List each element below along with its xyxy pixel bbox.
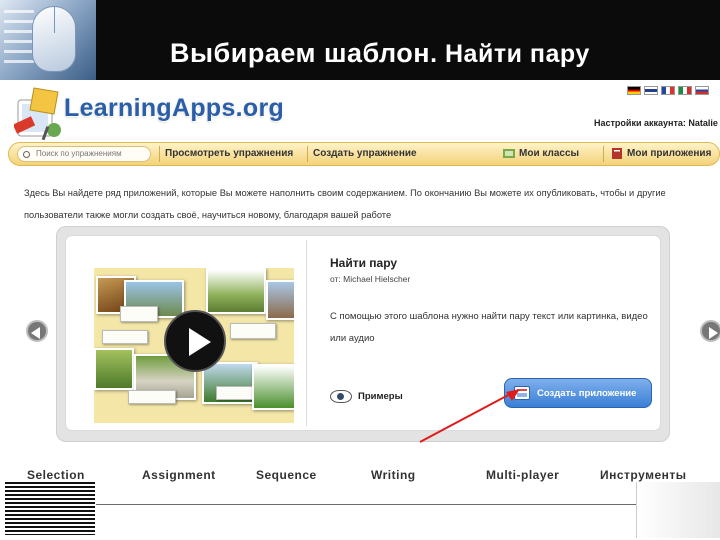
- category-writing[interactable]: Writing: [371, 468, 416, 482]
- flag-russia-icon[interactable]: [695, 86, 709, 95]
- header-decoration: [0, 0, 96, 80]
- template-card-content: Найти пару от: Michael Hielscher С помощ…: [66, 236, 660, 430]
- template-card: Найти пару от: Michael Hielscher С помощ…: [56, 226, 670, 442]
- intro-line-2: пользователи также могли создать своё, н…: [24, 210, 392, 220]
- flag-italy-icon[interactable]: [678, 86, 692, 95]
- computer-mouse-icon: [32, 6, 76, 72]
- examples-label: Примеры: [358, 390, 403, 402]
- intro-text: Здесь Вы найдете ряд приложений, которые…: [24, 182, 674, 226]
- examples-link[interactable]: Примеры: [330, 386, 403, 406]
- eye-icon: [330, 389, 352, 403]
- flag-germany-icon[interactable]: [627, 86, 641, 95]
- nav-divider: [603, 146, 604, 162]
- category-sequence[interactable]: Sequence: [256, 468, 317, 482]
- preview-photo: [266, 280, 294, 320]
- preview-text-card: [120, 306, 158, 322]
- language-flags: [627, 86, 709, 95]
- slide-title: Выбираем шаблон. Найти пару: [170, 38, 590, 69]
- category-selection[interactable]: Selection: [27, 468, 85, 482]
- preview-photo: [252, 364, 294, 410]
- site-logo[interactable]: LearningApps.org: [14, 80, 284, 144]
- classes-icon: [503, 149, 515, 158]
- footer-corner: [636, 482, 720, 538]
- nav-browse-apps[interactable]: Просмотреть упражнения: [165, 148, 293, 159]
- slide-title-main: Выбираем шаблон: [170, 38, 431, 68]
- app-author: от: Michael Hielscher: [330, 274, 411, 284]
- slide-title-sub: . Найти пару: [430, 40, 590, 68]
- my-apps-icon: [612, 148, 622, 159]
- flag-uk-icon[interactable]: [644, 86, 658, 95]
- learning-tools-icon: [14, 87, 61, 141]
- preview-photo: [94, 348, 134, 390]
- main-navigation: Поиск по упражнениям Просмотреть упражне…: [8, 142, 720, 166]
- nav-divider: [159, 146, 160, 162]
- app-description: С помощью этого шаблона нужно найти пару…: [330, 311, 648, 344]
- category-tools[interactable]: Инструменты: [600, 468, 687, 482]
- category-assignment[interactable]: Assignment: [142, 468, 216, 482]
- preview-text-card: [230, 323, 276, 339]
- search-input[interactable]: Поиск по упражнениям: [17, 146, 151, 162]
- nav-create-app[interactable]: Создать упражнение: [313, 148, 417, 159]
- search-placeholder: Поиск по упражнениям: [36, 149, 122, 158]
- search-icon: [23, 151, 30, 158]
- create-app-label: Создать приложение: [537, 387, 637, 399]
- preview-text-card: [102, 330, 148, 344]
- account-settings-link[interactable]: Настройки аккаунта: Natalie: [594, 118, 718, 128]
- footer-bar: [96, 482, 720, 538]
- preview-text-card: [128, 390, 176, 404]
- preview-photo: [206, 268, 266, 314]
- nav-my-apps[interactable]: Мои приложения: [627, 148, 711, 159]
- flag-france-icon[interactable]: [661, 86, 675, 95]
- slide-header: Выбираем шаблон. Найти пару: [0, 0, 720, 80]
- app-title: Найти пару: [330, 256, 398, 270]
- create-app-button[interactable]: Создать приложение: [504, 378, 652, 408]
- card-divider: [306, 240, 307, 426]
- footer-line: [96, 504, 720, 505]
- play-icon[interactable]: [164, 310, 226, 372]
- footer-decoration: [5, 482, 95, 535]
- nav-divider: [307, 146, 308, 162]
- template-preview-video[interactable]: [94, 268, 294, 423]
- nav-my-classes[interactable]: Мои классы: [519, 148, 579, 159]
- previous-arrow-icon[interactable]: [26, 320, 48, 342]
- create-app-icon: [514, 386, 530, 400]
- next-arrow-icon[interactable]: [700, 320, 720, 342]
- logo-text: LearningApps.org: [64, 94, 285, 122]
- category-multiplayer[interactable]: Multi-player: [486, 468, 559, 482]
- intro-line-1: Здесь Вы найдете ряд приложений, которые…: [24, 188, 666, 198]
